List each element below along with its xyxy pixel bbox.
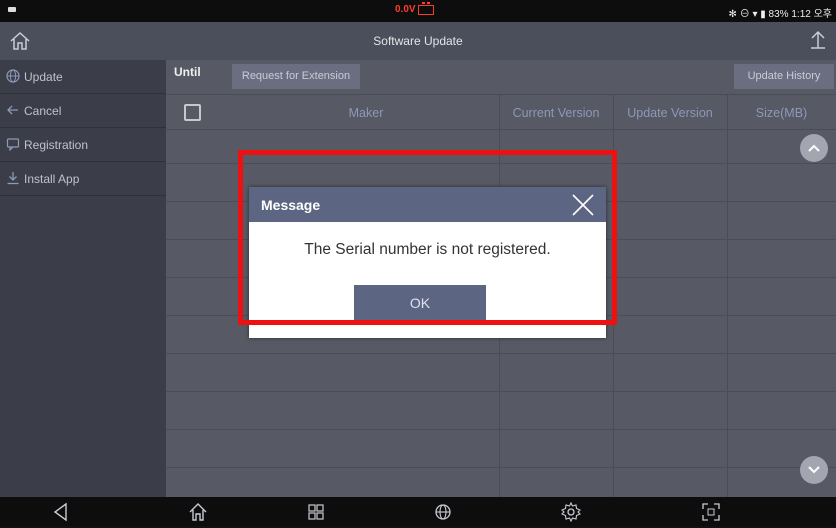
home-icon[interactable]: [187, 501, 209, 523]
settings-icon[interactable]: [560, 501, 582, 523]
ok-button[interactable]: OK: [354, 285, 486, 322]
column-divider: [727, 94, 728, 497]
system-status: ✻ ⊖ ▾ ▮ 83% 1:12 오후: [728, 9, 832, 20]
screenshot-icon[interactable]: [700, 501, 722, 523]
column-size: Size(MB): [755, 106, 808, 120]
close-icon[interactable]: [570, 192, 596, 218]
column-divider: [613, 94, 614, 497]
sidebar-item-label: Update: [24, 70, 63, 84]
scroll-down-button[interactable]: [800, 456, 828, 484]
chevron-up-icon: [808, 144, 820, 152]
select-all-checkbox[interactable]: [184, 104, 201, 121]
upload-icon[interactable]: [806, 27, 830, 55]
registration-icon: [6, 137, 20, 152]
sidebar-item-registration[interactable]: Registration: [0, 128, 166, 162]
globe-icon[interactable]: [432, 501, 454, 523]
notification-icon: [8, 7, 16, 12]
message-dialog: Message The Serial number is not registe…: [249, 187, 606, 338]
sidebar: Update Cancel Registration Install App: [0, 60, 166, 497]
row-divider: [166, 163, 836, 164]
page-title: Software Update: [373, 34, 463, 48]
dialog-header: Message: [249, 187, 606, 222]
column-maker: Maker: [348, 106, 384, 120]
title-bar: Software Update: [0, 22, 836, 60]
update-history-button[interactable]: Update History: [734, 64, 834, 89]
column-current-version: Current Version: [512, 106, 600, 120]
arrow-left-icon: [6, 103, 20, 117]
dialog-title: Message: [261, 197, 321, 213]
row-divider: [166, 467, 836, 468]
request-extension-button[interactable]: Request for Extension: [232, 64, 360, 89]
globe-icon: [6, 69, 20, 83]
app-root: 0.0V ✻ ⊖ ▾ ▮ 83% 1:12 오후 Software Update…: [0, 0, 836, 526]
dialog-message: The Serial number is not registered.: [304, 241, 551, 258]
sidebar-item-install-app[interactable]: Install App: [0, 162, 166, 196]
row-divider: [166, 391, 836, 392]
sidebar-item-label: Install App: [24, 172, 80, 186]
scroll-up-button[interactable]: [800, 134, 828, 162]
until-label: Until: [174, 65, 201, 79]
recent-apps-icon[interactable]: [305, 501, 327, 523]
row-divider: [166, 353, 836, 354]
status-bar: 0.0V ✻ ⊖ ▾ ▮ 83% 1:12 오후: [0, 0, 836, 22]
voltage-readout: 0.0V: [395, 4, 416, 15]
sidebar-item-update[interactable]: Update: [0, 60, 166, 94]
sidebar-item-cancel[interactable]: Cancel: [0, 94, 166, 128]
back-icon[interactable]: [50, 501, 72, 523]
table-header: Maker Current Version Update Version Siz…: [166, 94, 836, 130]
row-divider: [166, 429, 836, 430]
nav-bar: [0, 497, 836, 526]
car-battery-icon: [418, 2, 434, 15]
chevron-down-icon: [808, 466, 820, 474]
download-icon: [6, 171, 20, 185]
column-update-version: Update Version: [627, 106, 713, 120]
sidebar-item-label: Cancel: [24, 104, 62, 118]
sidebar-item-label: Registration: [24, 138, 89, 152]
